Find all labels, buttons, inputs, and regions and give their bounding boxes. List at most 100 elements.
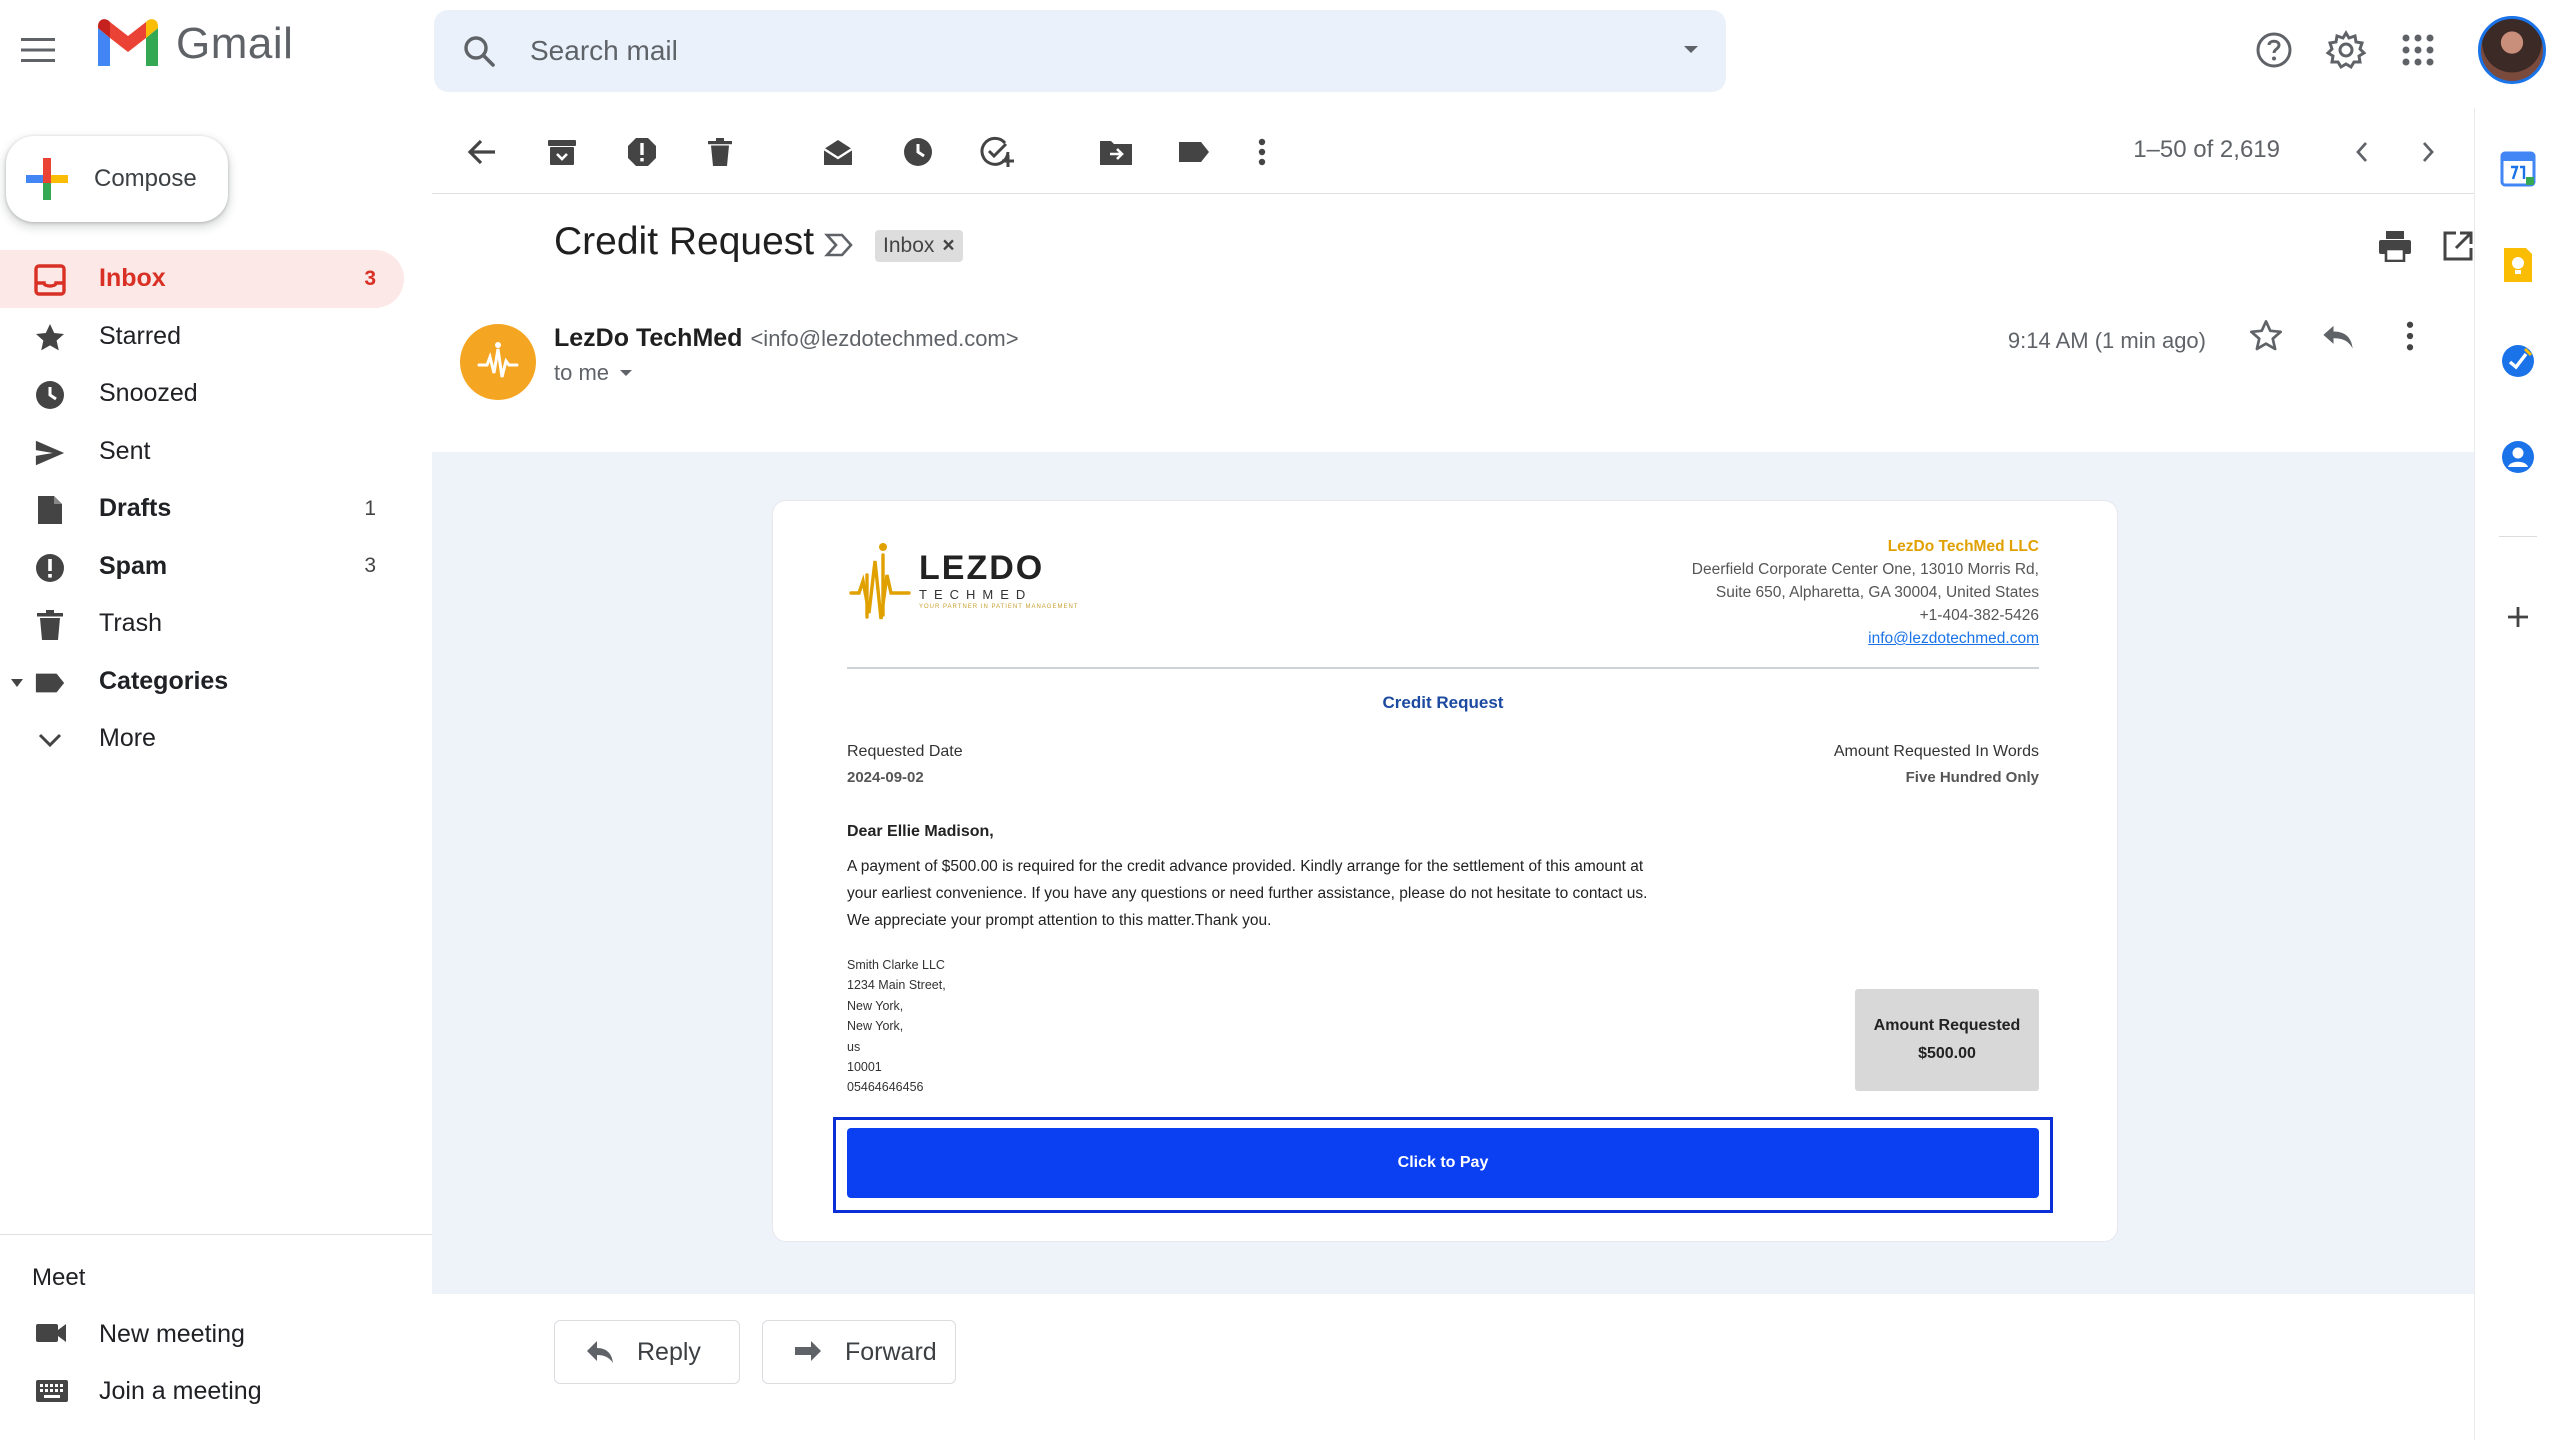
- settings-gear-icon[interactable]: [2320, 24, 2372, 76]
- forward-button[interactable]: Forward: [762, 1320, 956, 1384]
- address-line: 05464646456: [847, 1080, 924, 1095]
- paragraph-line-1: A payment of $500.00 is required for the…: [847, 858, 1644, 875]
- search-input[interactable]: [530, 35, 1610, 67]
- video-camera-icon: [34, 1318, 68, 1348]
- rail-divider: [2499, 536, 2537, 537]
- label-icon[interactable]: [1170, 128, 1218, 176]
- spam-count: 3: [364, 554, 376, 578]
- greeting: Dear Ellie Madison,: [847, 823, 994, 840]
- open-new-window-icon[interactable]: [2442, 230, 2474, 262]
- main-menu-icon[interactable]: [14, 22, 62, 78]
- join-meeting-label: Join a meeting: [99, 1376, 262, 1405]
- chevron-down-icon: [34, 724, 66, 756]
- nav-label-more: More: [99, 724, 156, 753]
- compose-button[interactable]: Compose: [6, 136, 228, 222]
- subject-row: Credit Request Inbox ×: [432, 220, 2474, 280]
- company-address-line-1: Deerfield Corporate Center One, 13010 Mo…: [1691, 561, 2039, 578]
- nav-label-snoozed: Snoozed: [99, 379, 198, 408]
- amount-requested-label: Amount Requested: [1873, 1017, 2021, 1034]
- search-bar[interactable]: [434, 10, 1726, 92]
- reply-button[interactable]: Reply: [554, 1320, 740, 1384]
- pay-button-frame: Click to Pay: [833, 1117, 2053, 1213]
- nav-label-trash: Trash: [99, 609, 162, 638]
- nav-item-starred[interactable]: Starred: [0, 308, 404, 366]
- sender-email: <info@lezdotechmed.com>: [750, 326, 1019, 351]
- gmail-logo[interactable]: Gmail: [94, 18, 293, 70]
- join-meeting-button[interactable]: Join a meeting: [0, 1363, 404, 1419]
- sender-name[interactable]: LezDo TechMed <info@lezdotechmed.com>: [554, 324, 1019, 353]
- snooze-clock-icon[interactable]: [894, 128, 942, 176]
- pagination-count: 1–50 of 2,619: [2133, 136, 2280, 163]
- contacts-icon[interactable]: [2497, 436, 2539, 478]
- nav-item-more[interactable]: More: [0, 710, 404, 768]
- keep-notes-icon[interactable]: [2497, 244, 2539, 286]
- report-spam-icon[interactable]: [618, 128, 666, 176]
- chevron-right-icon[interactable]: [2404, 128, 2452, 176]
- delete-trash-icon[interactable]: [696, 128, 744, 176]
- logo-wordmark: LEZDO: [919, 548, 1045, 587]
- address-line: 10001: [847, 1060, 882, 1075]
- mark-unread-icon[interactable]: [814, 128, 862, 176]
- nav-item-spam[interactable]: Spam 3: [0, 538, 404, 596]
- paragraph-line-3: We appreciate your prompt attention to t…: [847, 912, 1272, 929]
- search-options-icon[interactable]: [1680, 38, 1702, 60]
- compose-label: Compose: [94, 165, 197, 192]
- nav-item-inbox[interactable]: Inbox 3: [0, 250, 404, 308]
- company-email-link[interactable]: info@lezdotechmed.com: [1692, 627, 2039, 650]
- recipient-details[interactable]: to me: [554, 360, 635, 386]
- nav-label-sent: Sent: [99, 436, 151, 465]
- drafts-count: 1: [364, 496, 376, 520]
- nav-label-drafts: Drafts: [99, 494, 172, 523]
- header-divider: [847, 667, 2039, 669]
- importance-marker-icon[interactable]: [824, 232, 854, 258]
- help-icon[interactable]: [2248, 24, 2300, 76]
- print-icon[interactable]: [2378, 230, 2412, 262]
- gmail-m-icon: [98, 19, 158, 66]
- keyboard-icon: [34, 1375, 70, 1405]
- address-line: New York,: [847, 998, 904, 1013]
- logo-subtitle: TECHMED: [919, 586, 1033, 602]
- back-arrow-icon[interactable]: [458, 128, 506, 176]
- nav-item-drafts[interactable]: Drafts 1: [0, 480, 404, 538]
- nav-label-starred: Starred: [99, 321, 181, 350]
- click-to-pay-button[interactable]: Click to Pay: [847, 1128, 2039, 1198]
- forward-label: Forward: [845, 1337, 937, 1366]
- search-icon[interactable]: [462, 34, 496, 68]
- account-avatar[interactable]: [2478, 16, 2546, 84]
- remove-label-icon[interactable]: ×: [942, 234, 954, 258]
- folder-list: Inbox 3 Starred Snoozed Sent Drafts 1 Sp…: [0, 250, 404, 768]
- company-name: LezDo TechMed LLC: [1887, 538, 2039, 555]
- message-more-icon[interactable]: [2392, 318, 2428, 354]
- tasks-icon[interactable]: [2497, 340, 2539, 382]
- expand-caret-icon[interactable]: [10, 678, 24, 688]
- chevron-left-icon[interactable]: [2338, 128, 2386, 176]
- recipient-address: Smith Clarke LLC 1234 Main Street, New Y…: [847, 955, 946, 1098]
- clock-icon: [34, 379, 66, 411]
- nav-item-trash[interactable]: Trash: [0, 595, 404, 653]
- letter-title: Credit Request: [1382, 693, 1504, 712]
- requested-date-label: Requested Date: [847, 743, 963, 760]
- move-to-folder-icon[interactable]: [1092, 128, 1140, 176]
- top-bar: Gmail: [0, 0, 2560, 108]
- nav-item-sent[interactable]: Sent: [0, 423, 404, 481]
- sender-avatar[interactable]: [460, 324, 536, 400]
- archive-icon[interactable]: [538, 128, 586, 176]
- compose-plus-icon: [24, 156, 70, 202]
- star-icon: [34, 322, 66, 354]
- spam-alert-icon: [34, 552, 66, 584]
- reply-arrow-icon[interactable]: [2320, 318, 2356, 354]
- google-apps-icon[interactable]: [2392, 24, 2444, 76]
- lezdo-logo: LEZDO TECHMED YOUR PARTNER IN PATIENT MA…: [847, 535, 1078, 625]
- amount-words-label: Amount Requested In Words: [1833, 743, 2039, 760]
- more-vertical-icon[interactable]: [1238, 128, 1286, 176]
- nav-item-snoozed[interactable]: Snoozed: [0, 365, 404, 423]
- logo-tagline: YOUR PARTNER IN PATIENT MANAGEMENT: [919, 603, 1079, 610]
- star-outline-icon[interactable]: [2248, 318, 2284, 354]
- calendar-icon[interactable]: [2497, 148, 2539, 190]
- reply-icon: [587, 1341, 613, 1363]
- nav-item-categories[interactable]: Categories: [0, 653, 404, 711]
- new-meeting-button[interactable]: New meeting: [0, 1306, 404, 1362]
- add-to-tasks-icon[interactable]: [974, 128, 1022, 176]
- message-toolbar: 1–50 of 2,619: [432, 108, 2474, 194]
- add-addon-plus-icon[interactable]: [2497, 596, 2539, 638]
